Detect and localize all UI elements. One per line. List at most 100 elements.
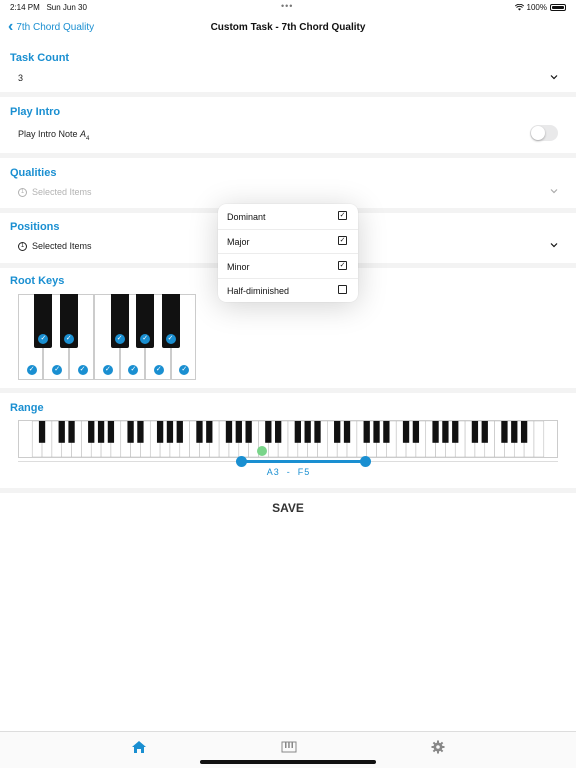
check-icon: ✓ (77, 365, 88, 375)
range-black-key[interactable] (452, 421, 459, 443)
root-keys-keyboard: ✓ ✓ ✓ ✓ ✓ ✓ ✓ ✓ ✓ ✓ ✓ ✓ (18, 294, 196, 380)
range-black-key[interactable] (196, 421, 203, 443)
save-button[interactable]: SAVE (0, 501, 576, 515)
battery-percent: 100% (526, 3, 547, 12)
qualities-title: Qualities (10, 167, 57, 179)
task-count-value[interactable]: 3 (18, 73, 23, 83)
range-black-key[interactable] (88, 421, 95, 443)
range-black-key[interactable] (402, 421, 410, 443)
range-low-handle[interactable] (236, 456, 247, 467)
range-black-key[interactable] (343, 421, 351, 443)
range-black-key[interactable] (363, 421, 370, 443)
range-black-key[interactable] (432, 421, 439, 443)
qualities-section: Qualities 1 Selected Items (0, 158, 576, 208)
check-icon: ✓ (153, 365, 164, 375)
play-intro-section: Play Intro Play Intro Note A4 (0, 97, 576, 153)
home-indicator (200, 760, 376, 764)
check-icon: ✓ (165, 334, 176, 344)
range-black-key[interactable] (127, 421, 134, 443)
range-black-key[interactable] (107, 421, 115, 443)
range-black-key[interactable] (38, 421, 46, 443)
range-black-key[interactable] (166, 421, 174, 443)
info-icon: 1 (18, 188, 27, 198)
range-black-key[interactable] (294, 421, 301, 443)
range-keyboard[interactable] (18, 420, 558, 458)
popover-item-label: Dominant (227, 212, 266, 222)
root-keys-title: Root Keys (10, 275, 65, 287)
popover-item-dominant[interactable]: Dominant ✓ (218, 204, 358, 229)
range-black-key[interactable] (97, 421, 105, 443)
positions-selected[interactable]: 1 Selected Items (18, 241, 92, 252)
range-black-key[interactable] (412, 421, 420, 443)
root-black-key[interactable]: ✓ (136, 294, 155, 348)
range-black-key[interactable] (373, 421, 380, 443)
check-icon: ✓ (128, 365, 139, 375)
checkbox-checked-icon: ✓ (338, 260, 347, 270)
range-black-key[interactable] (334, 421, 341, 443)
popover-item-minor[interactable]: Minor ✓ (218, 254, 358, 279)
range-black-key[interactable] (58, 421, 65, 443)
check-icon: ✓ (63, 334, 74, 344)
range-black-key[interactable] (471, 421, 479, 443)
play-intro-toggle[interactable] (530, 125, 558, 141)
chevron-down-icon[interactable] (550, 241, 558, 249)
page-title: Custom Task - 7th Chord Quality (210, 22, 366, 33)
qualities-popover: Dominant ✓ Major ✓ Minor ✓ Half-diminish… (218, 204, 358, 302)
popover-item-label: Major (227, 237, 250, 247)
check-icon: ✓ (52, 365, 63, 375)
range-black-key[interactable] (275, 421, 282, 443)
checkbox-checked-icon: ✓ (338, 236, 347, 245)
check-icon: ✓ (38, 334, 49, 344)
task-count-title: Task Count (10, 52, 70, 64)
gear-icon[interactable] (430, 740, 446, 754)
range-black-key[interactable] (511, 421, 518, 443)
toggle-knob (531, 126, 545, 140)
status-time: 2:14 PM Sun Jun 30 (10, 3, 87, 12)
check-icon: ✓ (114, 334, 125, 344)
range-white-key[interactable] (533, 421, 545, 457)
positions-title: Positions (10, 221, 60, 233)
check-icon: ✓ (26, 365, 37, 375)
nav-bar: ‹ 7th Chord Quality Custom Task - 7th Ch… (0, 14, 576, 44)
range-black-key[interactable] (245, 421, 252, 443)
root-black-key[interactable]: ✓ (59, 294, 78, 348)
range-black-key[interactable] (304, 421, 311, 443)
qualities-selected[interactable]: 1 Selected Items (18, 187, 92, 198)
range-black-key[interactable] (481, 421, 488, 443)
piano-icon[interactable] (281, 740, 297, 754)
status-bar: 2:14 PM Sun Jun 30 ••• 100% (0, 0, 576, 14)
range-black-key[interactable] (501, 421, 508, 443)
root-black-key[interactable]: ✓ (110, 294, 129, 348)
range-black-key[interactable] (176, 421, 183, 443)
popover-item-label: Minor (227, 261, 250, 272)
range-black-key[interactable] (68, 421, 75, 443)
range-black-key[interactable] (206, 421, 213, 443)
range-black-key[interactable] (314, 421, 321, 443)
chevron-down-icon[interactable] (550, 187, 558, 195)
range-black-key[interactable] (265, 421, 272, 443)
chevron-down-icon[interactable] (550, 73, 558, 81)
home-icon[interactable] (131, 740, 147, 754)
range-black-key[interactable] (137, 421, 144, 443)
range-black-key[interactable] (383, 421, 390, 443)
range-title: Range (10, 402, 44, 414)
root-black-key[interactable]: ✓ (34, 294, 53, 348)
info-icon: 1 (18, 242, 27, 252)
current-note-marker (257, 446, 267, 456)
range-black-key[interactable] (156, 421, 164, 443)
range-black-key[interactable] (442, 421, 449, 443)
range-black-key[interactable] (235, 421, 242, 443)
range-slider-active (241, 460, 365, 463)
range-black-key[interactable] (520, 421, 528, 443)
range-high-handle[interactable] (360, 456, 371, 467)
play-intro-label: Play Intro Note A4 (18, 129, 90, 142)
multitask-dots-icon[interactable]: ••• (281, 1, 293, 11)
range-label: A3 - F5 (266, 467, 311, 477)
range-black-key[interactable] (225, 421, 233, 443)
root-black-key[interactable]: ✓ (161, 294, 180, 348)
checkbox-unchecked-icon (338, 285, 347, 294)
popover-item-major[interactable]: Major ✓ (218, 229, 358, 254)
check-icon: ✓ (140, 334, 151, 344)
popover-item-label: Half-diminished (227, 286, 290, 296)
popover-item-half-diminished[interactable]: Half-diminished (218, 278, 358, 303)
